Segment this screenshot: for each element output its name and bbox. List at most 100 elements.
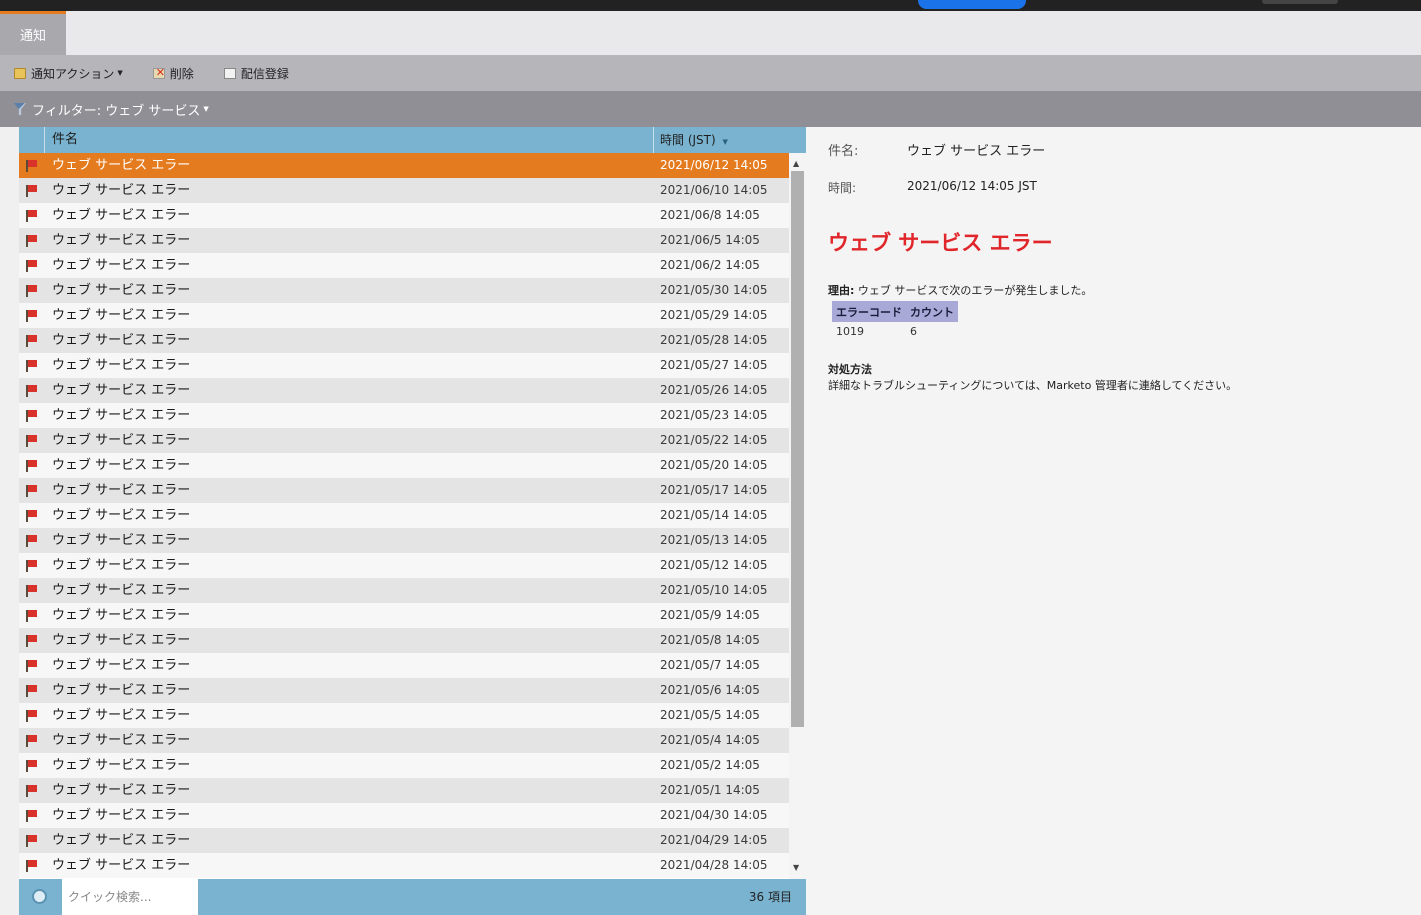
column-header-subject[interactable]: 件名 xyxy=(46,127,654,153)
flag-icon xyxy=(26,860,37,872)
table-row[interactable]: ウェブ サービス エラー 2021/05/2 14:05 xyxy=(19,753,789,778)
table-row[interactable]: ウェブ サービス エラー 2021/06/5 14:05 xyxy=(19,228,789,253)
delete-button[interactable]: 削除 xyxy=(152,65,194,82)
table-row[interactable]: ウェブ サービス エラー 2021/06/12 14:05 xyxy=(19,153,789,178)
quick-search-input[interactable] xyxy=(62,879,198,915)
action-text: 詳細なトラブルシューティングについては、Marketo 管理者に連絡してください… xyxy=(828,379,1238,392)
folder-icon xyxy=(14,67,26,79)
notification-actions-button[interactable]: 通知アクション ▼ xyxy=(14,65,123,82)
flag-icon xyxy=(26,310,37,322)
flag-icon xyxy=(26,335,37,347)
table-row[interactable]: ウェブ サービス エラー 2021/05/5 14:05 xyxy=(19,703,789,728)
row-subject: ウェブ サービス エラー xyxy=(52,258,191,273)
table-row[interactable]: ウェブ サービス エラー 2021/05/17 14:05 xyxy=(19,478,789,503)
grid-rows: ウェブ サービス エラー 2021/06/12 14:05 ウェブ サービス エラー… xyxy=(19,153,789,879)
row-time: 2021/05/4 14:05 xyxy=(660,733,760,747)
toolbar: 通知アクション ▼ 削除 配信登録 xyxy=(0,55,1421,91)
column-header-flag[interactable] xyxy=(19,127,45,153)
search-icon[interactable] xyxy=(32,889,47,904)
row-time: 2021/06/10 14:05 xyxy=(660,183,768,197)
table-row[interactable]: ウェブ サービス エラー 2021/05/13 14:05 xyxy=(19,528,789,553)
table-row[interactable]: ウェブ サービス エラー 2021/05/9 14:05 xyxy=(19,603,789,628)
vertical-scrollbar[interactable]: ▲ ▼ xyxy=(789,153,806,879)
item-count: 36 項目 xyxy=(748,890,792,904)
row-subject: ウェブ サービス エラー xyxy=(52,633,191,648)
scroll-thumb[interactable] xyxy=(791,171,804,727)
action-heading: 対処方法 xyxy=(828,363,872,376)
top-right-control[interactable] xyxy=(1262,0,1338,4)
row-subject: ウェブ サービス エラー xyxy=(52,283,191,298)
grid-header: 件名 時間 (JST) ▼ xyxy=(19,127,806,153)
row-subject: ウェブ サービス エラー xyxy=(52,458,191,473)
grid-footer: 36 項目 xyxy=(19,879,806,915)
error-code-header: エラーコード xyxy=(832,301,906,322)
table-row[interactable]: ウェブ サービス エラー 2021/06/10 14:05 xyxy=(19,178,789,203)
table-row[interactable]: ウェブ サービス エラー 2021/05/12 14:05 xyxy=(19,553,789,578)
flag-icon xyxy=(26,285,37,297)
flag-icon xyxy=(26,685,37,697)
flag-icon xyxy=(26,785,37,797)
tab-notifications[interactable]: 通知 xyxy=(0,11,66,55)
subscribe-button[interactable]: 配信登録 xyxy=(223,65,289,82)
table-row[interactable]: ウェブ サービス エラー 2021/05/1 14:05 xyxy=(19,778,789,803)
scroll-down-icon[interactable]: ▼ xyxy=(793,863,799,872)
row-time: 2021/05/14 14:05 xyxy=(660,508,768,522)
table-row[interactable]: ウェブ サービス エラー 2021/05/23 14:05 xyxy=(19,403,789,428)
row-time: 2021/05/12 14:05 xyxy=(660,558,768,572)
table-row[interactable]: ウェブ サービス エラー 2021/06/2 14:05 xyxy=(19,253,789,278)
row-subject: ウェブ サービス エラー xyxy=(52,308,191,323)
table-row[interactable]: ウェブ サービス エラー 2021/05/30 14:05 xyxy=(19,278,789,303)
flag-icon xyxy=(26,560,37,572)
table-row[interactable]: ウェブ サービス エラー 2021/05/27 14:05 xyxy=(19,353,789,378)
flag-icon xyxy=(26,410,37,422)
row-time: 2021/05/22 14:05 xyxy=(660,433,768,447)
row-subject: ウェブ サービス エラー xyxy=(52,333,191,348)
row-time: 2021/05/10 14:05 xyxy=(660,583,768,597)
filter-icon xyxy=(14,103,26,115)
flag-icon xyxy=(26,360,37,372)
scroll-up-icon[interactable]: ▲ xyxy=(793,159,799,168)
row-subject: ウェブ サービス エラー xyxy=(52,833,191,848)
top-action-button[interactable] xyxy=(918,0,1026,9)
table-row[interactable]: ウェブ サービス エラー 2021/04/28 14:05 xyxy=(19,853,789,878)
table-row[interactable]: ウェブ サービス エラー 2021/05/26 14:05 xyxy=(19,378,789,403)
table-row[interactable]: ウェブ サービス エラー 2021/05/8 14:05 xyxy=(19,628,789,653)
table-row[interactable]: ウェブ サービス エラー 2021/05/28 14:05 xyxy=(19,328,789,353)
table-row[interactable]: ウェブ サービス エラー 2021/04/30 14:05 xyxy=(19,803,789,828)
detail-subject-value: ウェブ サービス エラー xyxy=(907,144,1046,159)
table-row[interactable]: ウェブ サービス エラー 2021/05/7 14:05 xyxy=(19,653,789,678)
row-time: 2021/06/12 14:05 xyxy=(660,158,768,172)
table-row[interactable]: ウェブ サービス エラー 2021/06/8 14:05 xyxy=(19,203,789,228)
detail-reason: 理由: ウェブ サービスで次のエラーが発生しました。 xyxy=(828,282,1092,298)
row-subject: ウェブ サービス エラー xyxy=(52,408,191,423)
flag-icon xyxy=(26,235,37,247)
flag-icon xyxy=(26,510,37,522)
table-row[interactable]: ウェブ サービス エラー 2021/05/6 14:05 xyxy=(19,678,789,703)
row-time: 2021/05/2 14:05 xyxy=(660,758,760,772)
flag-icon xyxy=(26,635,37,647)
row-time: 2021/05/13 14:05 xyxy=(660,533,768,547)
row-subject: ウェブ サービス エラー xyxy=(52,558,191,573)
row-time: 2021/05/20 14:05 xyxy=(660,458,768,472)
row-subject: ウェブ サービス エラー xyxy=(52,483,191,498)
flag-icon xyxy=(26,160,37,172)
table-row[interactable]: ウェブ サービス エラー 2021/04/29 14:05 xyxy=(19,828,789,853)
column-header-time[interactable]: 時間 (JST) ▼ xyxy=(655,127,789,153)
detail-subject-label: 件名: xyxy=(828,144,859,159)
chevron-down-icon: ▼ xyxy=(117,69,123,77)
row-subject: ウェブ サービス エラー xyxy=(52,583,191,598)
table-row[interactable]: ウェブ サービス エラー 2021/05/14 14:05 xyxy=(19,503,789,528)
row-time: 2021/05/6 14:05 xyxy=(660,683,760,697)
table-row[interactable]: ウェブ サービス エラー 2021/05/29 14:05 xyxy=(19,303,789,328)
table-row[interactable]: ウェブ サービス エラー 2021/05/20 14:05 xyxy=(19,453,789,478)
flag-icon xyxy=(26,810,37,822)
table-row[interactable]: ウェブ サービス エラー 2021/05/10 14:05 xyxy=(19,578,789,603)
row-time: 2021/05/8 14:05 xyxy=(660,633,760,647)
row-subject: ウェブ サービス エラー xyxy=(52,808,191,823)
row-subject: ウェブ サービス エラー xyxy=(52,758,191,773)
error-code-cell: 1019 xyxy=(836,325,864,338)
table-row[interactable]: ウェブ サービス エラー 2021/05/22 14:05 xyxy=(19,428,789,453)
flag-icon xyxy=(26,710,37,722)
table-row[interactable]: ウェブ サービス エラー 2021/05/4 14:05 xyxy=(19,728,789,753)
filter-bar[interactable]: フィルター: ウェブ サービス ▼ xyxy=(0,91,1421,127)
